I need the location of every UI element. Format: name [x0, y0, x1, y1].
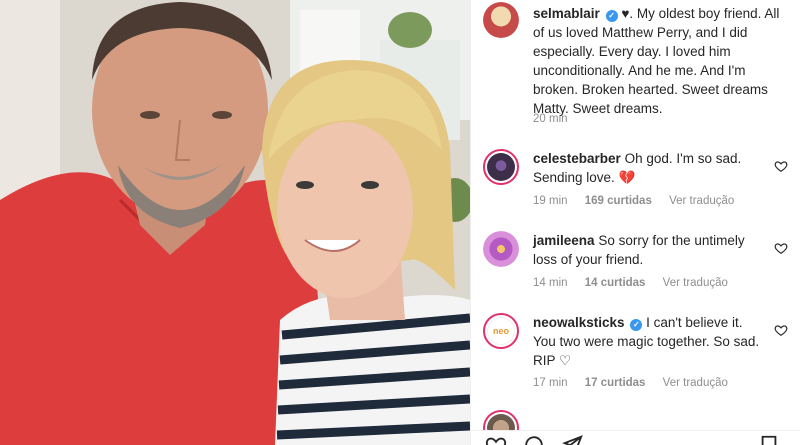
- verified-badge-icon: ✓: [630, 319, 643, 331]
- comment-username[interactable]: neowalksticks: [533, 315, 625, 330]
- post-photo: [0, 0, 470, 445]
- caption-meta: 20 min: [533, 113, 582, 125]
- comment-time: 19 min: [533, 195, 568, 207]
- comment-row: celestebarber Oh god. I'm so sad. Sendin…: [483, 145, 792, 215]
- comment-avatar[interactable]: [483, 231, 519, 267]
- comment-meta: 14 min 14 curtidas Ver tradução: [533, 277, 742, 289]
- comment-avatar[interactable]: neo: [483, 313, 519, 349]
- heart-outline-icon[interactable]: [774, 159, 788, 173]
- heart-outline-icon[interactable]: [774, 323, 788, 337]
- caption-row: selmablair ✓ ♥. My oldest boy friend. Al…: [483, 0, 792, 135]
- avatar-image: neo: [487, 317, 515, 345]
- avatar-image: [487, 153, 515, 181]
- comment-row: neo neowalksticks ✓ I can't believe it. …: [483, 309, 792, 399]
- comment-likes[interactable]: 17 curtidas: [585, 377, 646, 389]
- avatar-image: [483, 231, 519, 267]
- post-photo-illustration: [0, 0, 470, 445]
- like-icon[interactable]: [485, 434, 507, 445]
- caption-avatar[interactable]: [483, 2, 519, 38]
- see-translation-link[interactable]: Ver tradução: [663, 277, 728, 289]
- verified-badge-icon: ✓: [605, 10, 618, 22]
- comment-text-block: celestebarber Oh god. I'm so sad. Sendin…: [533, 149, 764, 187]
- comment-avatar[interactable]: [483, 149, 519, 185]
- caption-time: 20 min: [533, 113, 568, 125]
- comment-icon[interactable]: [523, 434, 545, 445]
- comment-username[interactable]: celestebarber: [533, 151, 621, 166]
- comments-panel: selmablair ✓ ♥. My oldest boy friend. Al…: [470, 0, 800, 445]
- comment-likes[interactable]: 169 curtidas: [585, 195, 652, 207]
- caption-text-block: selmablair ✓ ♥. My oldest boy friend. Al…: [533, 4, 782, 118]
- see-translation-link[interactable]: Ver tradução: [663, 377, 728, 389]
- caption-text: ♥. My oldest boy friend. All of us loved…: [533, 6, 780, 116]
- comment-time: 17 min: [533, 377, 568, 389]
- see-translation-link[interactable]: Ver tradução: [669, 195, 734, 207]
- comment-text-block: jamileena So sorry for the untimely loss…: [533, 231, 764, 269]
- comment-text-block: neowalksticks ✓ I can't believe it. You …: [533, 313, 764, 370]
- comment-meta: 17 min 17 curtidas Ver tradução: [533, 377, 742, 389]
- save-icon[interactable]: [758, 434, 780, 445]
- share-icon[interactable]: [561, 434, 583, 445]
- comment-likes[interactable]: 14 curtidas: [585, 277, 646, 289]
- caption-username[interactable]: selmablair: [533, 6, 600, 21]
- instagram-post-view: selmablair ✓ ♥. My oldest boy friend. Al…: [0, 0, 800, 445]
- comment-username[interactable]: jamileena: [533, 233, 595, 248]
- post-action-bar: [471, 430, 800, 445]
- heart-outline-icon[interactable]: [774, 241, 788, 255]
- comment-time: 14 min: [533, 277, 568, 289]
- avatar-image: [483, 2, 519, 38]
- comment-meta: 19 min 169 curtidas Ver tradução: [533, 195, 748, 207]
- comment-row: jamileena So sorry for the untimely loss…: [483, 227, 792, 297]
